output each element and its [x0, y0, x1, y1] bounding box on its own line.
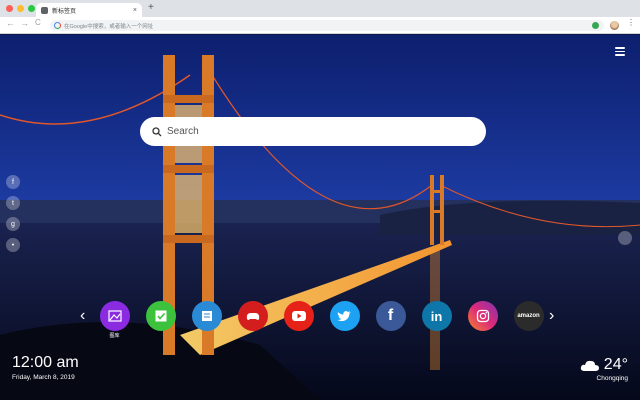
- app-twitter[interactable]: [329, 301, 360, 331]
- forward-button[interactable]: →: [20, 19, 29, 28]
- reload-button[interactable]: C: [35, 19, 41, 27]
- settings-icon[interactable]: [618, 231, 632, 245]
- address-bar[interactable]: 在Google中搜索，或者输入一个网址: [50, 20, 604, 31]
- app-instagram[interactable]: [467, 301, 498, 331]
- app-notes[interactable]: [191, 301, 222, 331]
- search-box[interactable]: [140, 117, 486, 146]
- maximize-window-button[interactable]: [28, 5, 35, 12]
- minimize-window-button[interactable]: [17, 5, 24, 12]
- extension-icon[interactable]: [592, 22, 599, 29]
- clock-date: Friday, March 8, 2019: [12, 374, 75, 381]
- new-tab-page: f t g • ‹ › 图库: [0, 35, 640, 400]
- app-games[interactable]: [237, 301, 268, 331]
- tab-strip: 新标签页 × +: [0, 0, 640, 17]
- tab-new-tab[interactable]: 新标签页 ×: [36, 3, 142, 17]
- back-button[interactable]: ←: [6, 19, 15, 28]
- facebook-share-icon[interactable]: f: [6, 175, 20, 189]
- app-amazon[interactable]: amazon: [513, 301, 544, 331]
- browser-toolbar: ← → C 在Google中搜索，或者输入一个网址: [0, 17, 640, 34]
- tab-favicon-icon: [41, 6, 48, 14]
- play-icon: [283, 301, 314, 331]
- check-icon: [145, 301, 176, 331]
- side-shortcuts: f t g •: [6, 175, 20, 252]
- app-linkedin[interactable]: in: [421, 301, 452, 331]
- app-facebook[interactable]: f: [375, 301, 406, 331]
- clock-time: 12:00 am: [12, 354, 79, 371]
- f-icon: f: [375, 301, 406, 331]
- camera-icon: [467, 301, 498, 331]
- search-input[interactable]: [167, 126, 467, 137]
- weather-temperature: 24°: [603, 356, 628, 373]
- gamepad-icon: [237, 301, 268, 331]
- image-icon: [99, 301, 130, 331]
- app-youtube[interactable]: [283, 301, 314, 331]
- tab-close-icon[interactable]: ×: [133, 7, 137, 14]
- menu-icon[interactable]: [615, 47, 625, 56]
- tab-title: 新标签页: [52, 8, 77, 15]
- chat-icon[interactable]: •: [6, 238, 20, 252]
- google-icon: [54, 22, 61, 29]
- app-gallery[interactable]: 图库: [99, 301, 130, 339]
- google-share-icon[interactable]: g: [6, 217, 20, 231]
- in-icon: in: [421, 301, 452, 331]
- background-image-golden-gate-bridge: [0, 35, 640, 400]
- note-icon: [191, 301, 222, 331]
- twitter-share-icon[interactable]: t: [6, 196, 20, 210]
- app-label: 图库: [109, 333, 120, 339]
- window-controls: [6, 5, 35, 12]
- app-shortcuts: 图库 f in amazon: [99, 301, 544, 341]
- cloud-icon: [580, 360, 599, 371]
- address-bar-placeholder: 在Google中搜索，或者输入一个网址: [64, 23, 154, 30]
- browser-menu-button[interactable]: ⋮: [627, 19, 635, 27]
- app-tasks[interactable]: [145, 301, 176, 331]
- close-window-button[interactable]: [6, 5, 13, 12]
- search-icon: [152, 126, 162, 136]
- new-tab-button[interactable]: +: [148, 3, 154, 13]
- weather-city: Chongqing: [596, 375, 628, 382]
- profile-avatar[interactable]: [610, 21, 619, 30]
- apps-next-arrow[interactable]: ›: [549, 308, 554, 324]
- apps-prev-arrow[interactable]: ‹: [80, 308, 85, 324]
- weather-widget[interactable]: 24° Chongqing: [580, 357, 628, 382]
- clock-widget: 12:00 am Friday, March 8, 2019: [12, 354, 79, 382]
- bird-icon: [329, 301, 360, 331]
- amazon-icon: amazon: [513, 301, 544, 331]
